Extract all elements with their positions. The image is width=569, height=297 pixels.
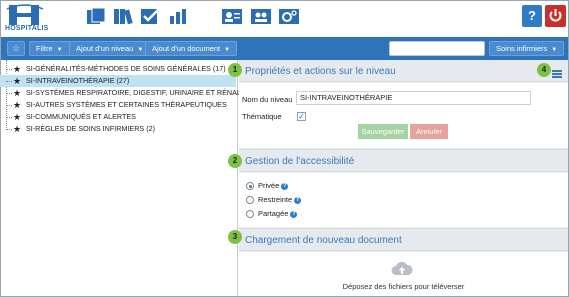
step-badge-4: 4 <box>537 63 551 77</box>
tree-item-label: SI-GÉNÉRALITÉS-MÉTHODES DE SOINS GÉNÉRAL… <box>26 64 226 73</box>
radio-restricted[interactable]: Restreinte? <box>246 195 302 205</box>
tree-item-label: SI-COMMUNIQUÉS ET ALERTES <box>26 112 136 121</box>
cancel-button[interactable]: Annuler <box>410 124 448 139</box>
search-input[interactable] <box>389 41 485 56</box>
step-badge-2: 2 <box>228 154 242 168</box>
level-name-label: Nom du niveau <box>242 95 293 104</box>
checklist-icon[interactable] <box>140 7 162 25</box>
docs-icon[interactable] <box>86 7 108 25</box>
upload-title: Chargement de nouveau document <box>245 235 402 246</box>
main-toolbar: ☆ Filtre ▼ Ajout d'un niveau ▼ Ajout d'un … <box>1 37 568 60</box>
unit-selector[interactable]: Soins infirmiers ▼ <box>489 41 565 56</box>
properties-body: Nom du niveau SI-INTRAVEINOTHÉRAPIE Thém… <box>239 83 568 148</box>
power-icon <box>549 9 562 22</box>
cloud-upload-icon <box>391 261 413 275</box>
tree-item-label: SI-AUTRES SYSTÈMES ET CERTAINES THÉRAPEU… <box>26 100 227 109</box>
dropzone[interactable]: Déposez des fichiers pour téléverser <box>239 252 568 296</box>
chevron-down-icon: ▼ <box>224 47 231 53</box>
logo-text: HOSPITALIS <box>5 25 49 32</box>
tree-item[interactable]: ★ SI-SYSTÈMES RESPIRATOIRE, DIGESTIF, UR… <box>0 87 251 99</box>
stats-icon[interactable] <box>167 7 189 25</box>
tree-item[interactable]: ★ SI-RÈGLES DE SOINS INFIRMIERS (2) <box>0 123 236 135</box>
radio-label: Restreinte <box>258 195 293 204</box>
thematic-label: Thématique <box>242 112 282 121</box>
chevron-down-icon: ▼ <box>56 47 63 53</box>
tree-item[interactable]: ★ SI-GÉNÉRALITÉS-MÉTHODES DE SOINS GÉNÉR… <box>0 63 236 75</box>
star-icon[interactable]: ★ <box>13 63 21 75</box>
chevron-down-icon: ▼ <box>137 47 144 53</box>
radio-button[interactable] <box>246 210 254 219</box>
radio-button[interactable] <box>246 182 254 191</box>
help-button[interactable]: ? <box>522 5 542 27</box>
properties-header: Propriétés et actions sur le niveau <box>239 60 568 82</box>
star-icon[interactable]: ★ <box>13 75 21 87</box>
upload-header: Chargement de nouveau document <box>239 228 568 251</box>
tree-item-label: SI-INTRAVEINOTHÉRAPIE (27) <box>26 76 130 85</box>
add-document-dropdown[interactable]: Ajout d'un document ▼ <box>145 41 238 56</box>
tree-item[interactable]: ★ SI-AUTRES SYSTÈMES ET CERTAINES THÉRAP… <box>0 99 236 111</box>
add-level-dropdown[interactable]: Ajout d'un niveau ▼ <box>69 41 151 56</box>
tree-item-label: SI-RÈGLES DE SOINS INFIRMIERS (2) <box>26 124 155 133</box>
help-icon[interactable]: ? <box>294 196 302 204</box>
help-icon[interactable]: ? <box>281 182 289 190</box>
step-badge-1: 1 <box>228 63 242 77</box>
top-header: HOSPITALIS ? <box>1 1 568 37</box>
help-icon[interactable]: ? <box>290 210 298 218</box>
user-card-icon[interactable] <box>221 7 243 25</box>
star-icon[interactable]: ★ <box>13 87 21 99</box>
settings-icon[interactable] <box>278 7 300 25</box>
unit-label: Soins infirmiers <box>496 44 548 53</box>
users-icon[interactable] <box>250 7 272 25</box>
thematic-checkbox[interactable]: ✓ <box>297 112 306 121</box>
radio-label: Privée <box>258 181 280 190</box>
add-level-label: Ajout d'un niveau <box>76 44 134 53</box>
step-badge-3: 3 <box>228 230 242 244</box>
save-button[interactable]: Sauvegarder <box>358 124 408 139</box>
radio-label: Partagée <box>258 209 289 218</box>
radio-shared[interactable]: Partagée? <box>246 209 298 219</box>
filter-label: Filtre <box>36 44 53 53</box>
tree-item-selected[interactable]: ★ SI-INTRAVEINOTHÉRAPIE (27) <box>0 75 236 87</box>
logo-mark <box>6 4 44 25</box>
favorites-button[interactable]: ☆ <box>7 41 25 56</box>
accessibility-title: Gestion de l'accessibilité <box>245 156 355 167</box>
add-document-label: Ajout d'un document <box>152 44 221 53</box>
star-icon[interactable]: ★ <box>13 111 21 123</box>
radio-button[interactable] <box>246 196 254 205</box>
drop-text: Déposez des fichiers pour téléverser <box>342 282 465 291</box>
tree-item-label: SI-SYSTÈMES RESPIRATOIRE, DIGESTIF, URIN… <box>26 88 252 97</box>
radio-private[interactable]: Privée? <box>246 181 289 191</box>
tree-item[interactable]: ★ SI-COMMUNIQUÉS ET ALERTES <box>0 111 236 123</box>
detail-pane: Propriétés et actions sur le niveau Nom … <box>239 60 568 296</box>
level-name-input[interactable]: SI-INTRAVEINOTHÉRAPIE <box>296 91 531 105</box>
chevron-down-icon: ▼ <box>551 47 558 53</box>
power-button[interactable] <box>545 5 566 27</box>
filter-dropdown[interactable]: Filtre ▼ <box>29 41 70 56</box>
properties-title: Propriétés et actions sur le niveau <box>245 66 396 77</box>
hamburger-menu-icon[interactable] <box>552 70 562 78</box>
star-icon[interactable]: ★ <box>13 123 21 135</box>
accessibility-body: Privée? Restreinte? Partagée? <box>239 173 568 227</box>
accessibility-header: Gestion de l'accessibilité <box>239 149 568 172</box>
books-icon[interactable] <box>113 7 135 25</box>
star-icon[interactable]: ★ <box>13 99 21 111</box>
